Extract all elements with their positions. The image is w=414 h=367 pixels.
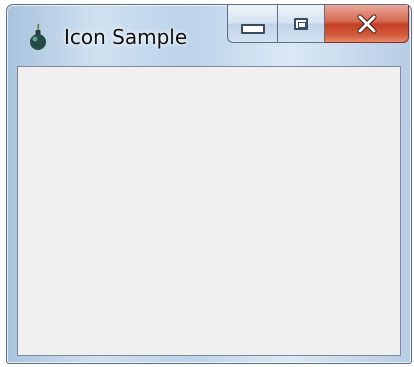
minimize-button[interactable] bbox=[227, 5, 277, 43]
maximize-icon bbox=[294, 17, 308, 30]
maximize-button[interactable] bbox=[277, 5, 325, 43]
bomb-icon[interactable] bbox=[27, 22, 49, 52]
minimize-icon bbox=[240, 23, 265, 34]
title-bar[interactable]: Icon Sample bbox=[7, 5, 411, 65]
app-window: Icon Sample bbox=[6, 4, 412, 364]
client-area[interactable] bbox=[17, 66, 401, 356]
caption-buttons bbox=[227, 5, 409, 43]
close-button[interactable] bbox=[325, 5, 409, 43]
close-icon bbox=[357, 14, 376, 33]
window-title: Icon Sample bbox=[64, 25, 188, 49]
